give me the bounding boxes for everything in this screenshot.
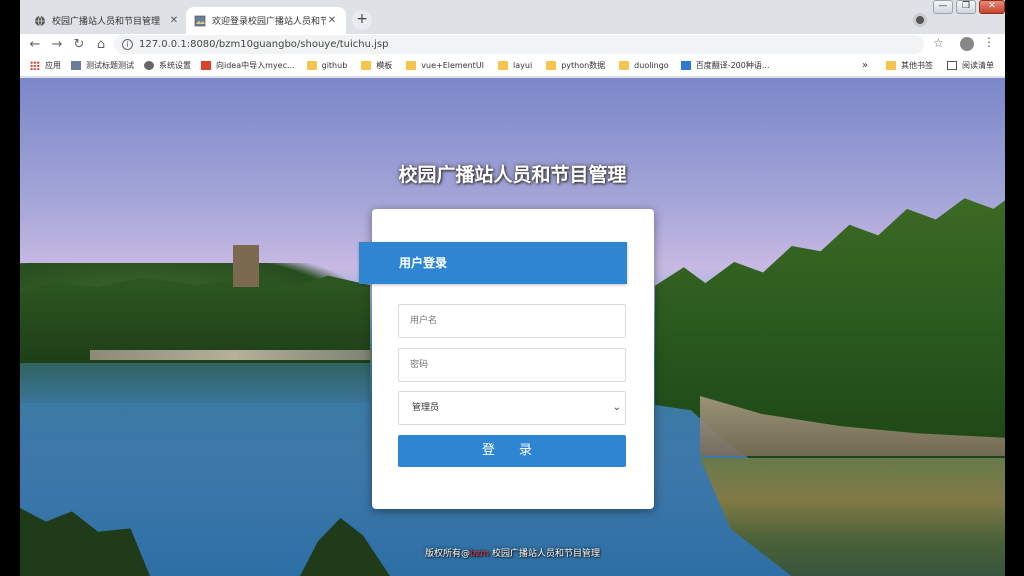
bookmark-label: 向idea中导入myec... <box>216 61 295 70</box>
folder-icon <box>406 61 417 70</box>
page-viewport: 校园广播站人员和节目管理 用户登录 管理员 ⌄ 登 录 版权所有@bzm 校园广… <box>20 78 1005 576</box>
folder-icon <box>498 61 509 70</box>
tab-login[interactable]: 欢迎登录校园广播站人员和节目管理 ✕ <box>186 7 346 34</box>
folder-icon <box>546 61 557 70</box>
folder-icon <box>361 61 372 70</box>
menu-kebab-icon[interactable]: ⋮ <box>983 35 995 49</box>
translate-icon <box>680 61 691 70</box>
folder-icon <box>306 61 317 70</box>
close-tab-icon[interactable]: ✕ <box>168 15 180 26</box>
bookmarks-bar: 应用 测试标题测试 系统设置 向idea中导入myec... github 模板… <box>20 55 1005 77</box>
reload-icon[interactable]: ↻ <box>68 37 90 52</box>
globe-icon <box>35 15 45 26</box>
bookmark-label: 其他书签 <box>901 61 933 70</box>
bookmark-template[interactable]: 模板 <box>361 60 392 71</box>
bookmarks-right: 其他书签 阅读清单 <box>876 60 994 71</box>
address-bar[interactable]: i 127.0.0.1:8080/bzm10guangbo/shouye/tui… <box>114 35 924 54</box>
login-button[interactable]: 登 录 <box>398 435 626 467</box>
bookmark-other[interactable]: 其他书签 <box>886 60 933 71</box>
forward-arrow-icon[interactable]: → <box>46 37 68 52</box>
bookmarks-overflow-icon[interactable]: » <box>862 60 868 71</box>
back-arrow-icon[interactable]: ← <box>24 37 46 52</box>
bookmark-label: 系统设置 <box>159 61 191 70</box>
footer-prefix: 版权所有@ <box>424 549 470 559</box>
footer-suffix: 校园广播站人员和节目管理 <box>489 549 601 559</box>
address-text: 127.0.0.1:8080/bzm10guangbo/shouye/tuich… <box>139 39 389 50</box>
image-icon <box>71 61 81 70</box>
bookmark-test-title[interactable]: 测试标题测试 <box>71 60 134 71</box>
bookmark-apps[interactable]: 应用 <box>30 60 61 71</box>
bookmark-label: github <box>321 61 348 70</box>
footer-copyright: 版权所有@bzm 校园广播站人员和节目管理 <box>20 546 1005 559</box>
bookmark-duolingo[interactable]: duolingo <box>619 61 669 70</box>
bookmark-label: 测试标题测试 <box>86 61 134 70</box>
globe-icon <box>144 61 154 70</box>
bookmark-label: 应用 <box>45 61 61 70</box>
folder-icon <box>886 61 896 70</box>
tab-campus-broadcast[interactable]: 校园广播站人员和节目管理 ✕ <box>26 7 188 34</box>
background-shore <box>90 350 380 360</box>
username-input[interactable] <box>398 304 626 338</box>
account-icon[interactable] <box>960 37 974 51</box>
maximize-button[interactable]: ❐ <box>956 0 976 14</box>
bookmark-baidu-translate[interactable]: 百度翻译-200种语... <box>680 60 770 71</box>
background-reflection <box>20 363 370 403</box>
minimize-button[interactable]: — <box>933 0 953 14</box>
bookmark-reading-list[interactable]: 阅读清单 <box>947 60 994 71</box>
bookmark-label: duolingo <box>634 61 669 70</box>
role-selected-value: 管理员 <box>412 403 440 413</box>
tab-strip: 校园广播站人员和节目管理 ✕ 欢迎登录校园广播站人员和节目管理 ✕ + — ❐ … <box>20 0 1005 34</box>
image-icon <box>194 15 206 26</box>
browser-toolbar: ← → ↻ ⌂ i 127.0.0.1:8080/bzm10guangbo/sh… <box>20 34 1005 55</box>
background-tower <box>233 245 259 287</box>
bookmark-label: layui <box>513 61 533 70</box>
screen-frame: 校园广播站人员和节目管理 ✕ 欢迎登录校园广播站人员和节目管理 ✕ + — ❐ … <box>0 0 1024 576</box>
chevron-down-icon: ⌄ <box>612 402 621 413</box>
bookmark-label: 模板 <box>376 61 393 70</box>
reading-list-icon <box>947 61 957 70</box>
tab-title: 欢迎登录校园广播站人员和节目管理 <box>212 17 326 27</box>
bookmark-label: 百度翻译-200种语... <box>695 61 770 70</box>
profile-icon[interactable] <box>913 13 927 27</box>
background-tree <box>20 508 150 576</box>
bookmark-label: python数据 <box>561 61 606 70</box>
bookmark-settings[interactable]: 系统设置 <box>144 60 191 71</box>
red-c-icon <box>201 61 211 70</box>
bookmark-label: 阅读清单 <box>962 61 994 70</box>
window-controls: — ❐ ✕ <box>930 0 1005 14</box>
page-title: 校园广播站人员和节目管理 <box>398 164 627 186</box>
bookmark-label: vue+ElementUI <box>421 61 485 70</box>
bookmark-vue[interactable]: vue+ElementUI <box>406 61 484 70</box>
close-tab-icon[interactable]: ✕ <box>326 15 338 26</box>
browser-window: 校园广播站人员和节目管理 ✕ 欢迎登录校园广播站人员和节目管理 ✕ + — ❐ … <box>20 0 1005 576</box>
site-info-icon[interactable]: i <box>122 39 133 50</box>
home-icon[interactable]: ⌂ <box>90 37 112 52</box>
role-select[interactable]: 管理员 ⌄ <box>398 391 626 425</box>
bookmark-idea[interactable]: 向idea中导入myec... <box>201 60 295 71</box>
password-input[interactable] <box>398 348 626 382</box>
folder-icon <box>619 61 630 70</box>
bookmark-star-icon[interactable]: ☆ <box>933 36 944 50</box>
tab-title: 校园广播站人员和节目管理 <box>52 17 161 27</box>
new-tab-button[interactable]: + <box>352 10 372 30</box>
login-header: 用户登录 <box>359 242 627 284</box>
apps-icon <box>30 61 40 70</box>
bookmark-python[interactable]: python数据 <box>546 60 605 71</box>
bookmark-layui[interactable]: layui <box>498 61 532 70</box>
bookmark-github[interactable]: github <box>306 61 348 70</box>
footer-brand: bzm <box>469 549 490 559</box>
close-window-button[interactable]: ✕ <box>979 0 1005 14</box>
